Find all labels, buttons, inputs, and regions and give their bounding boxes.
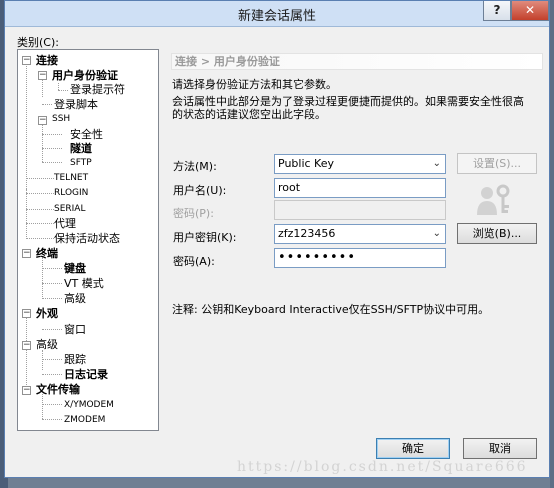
browse-button[interactable]: 浏览(B)... — [457, 223, 537, 244]
tree-item-login-prompts[interactable]: 登录提示符 — [70, 82, 125, 97]
tree-line — [58, 90, 68, 91]
tree-line — [26, 315, 27, 395]
tree-item-proxy[interactable]: 代理 — [54, 216, 76, 231]
tree-line — [26, 189, 27, 239]
tree-item-ssh[interactable]: SSH — [52, 112, 70, 127]
tree-line — [42, 394, 43, 419]
tree-item-zmodem[interactable]: ZMODEM — [64, 413, 105, 428]
method-select[interactable]: Public Key ⌄ — [274, 154, 446, 174]
tree-item-serial[interactable]: SERIAL — [54, 202, 85, 217]
collapse-icon[interactable]: − — [22, 309, 31, 318]
watermark: https://blog.csdn.net/Square666 — [237, 459, 528, 475]
tree-item-terminal[interactable]: 终端 — [36, 246, 58, 261]
tree-item-tunneling[interactable]: 隧道 — [70, 141, 92, 156]
passphrase-label: 密码(A): — [173, 255, 215, 268]
panel-description-line3: 的状态的话建议您空出此字段。 — [172, 108, 326, 121]
user-key-icon — [477, 184, 510, 215]
password-input[interactable] — [274, 200, 446, 220]
username-label: 用户名(U): — [173, 184, 227, 197]
tree-line — [42, 134, 62, 135]
tree-item-authentication[interactable]: 用户身份验证 — [52, 68, 118, 83]
chevron-down-icon: ⌄ — [432, 228, 441, 239]
userkey-label: 用户密钥(K): — [173, 231, 237, 244]
tree-item-trace[interactable]: 跟踪 — [64, 352, 86, 367]
category-tree[interactable]: − 连接 − 用户身份验证 登录提示符 登录脚本 − SSH 安全性 隧道 SF… — [17, 49, 159, 431]
tree-line — [42, 257, 43, 297]
tree-line — [42, 148, 62, 149]
tree-item-file-transfer[interactable]: 文件传输 — [36, 382, 80, 397]
tree-line — [42, 329, 62, 330]
tree-line — [42, 77, 43, 97]
collapse-icon[interactable]: − — [38, 71, 47, 80]
userkey-value: zfz123456 — [278, 227, 336, 240]
desktop-background-right — [550, 0, 554, 488]
tree-item-advanced[interactable]: 高级 — [36, 337, 58, 352]
method-label: 方法(M): — [173, 160, 217, 173]
close-button[interactable]: ✕ — [511, 1, 549, 21]
tree-item-xymodem[interactable]: X/YMODEM — [64, 398, 114, 413]
tree-item-connection[interactable]: 连接 — [36, 53, 58, 68]
tree-item-telnet[interactable]: TELNET — [54, 171, 88, 186]
tree-line — [42, 404, 62, 405]
tree-item-logging[interactable]: 日志记录 — [64, 367, 108, 382]
tree-item-keep-alive[interactable]: 保持活动状态 — [54, 231, 120, 246]
tree-line — [42, 162, 62, 163]
tree-line — [26, 62, 27, 189]
chevron-down-icon: ⌄ — [432, 158, 441, 169]
passphrase-input[interactable]: ••••••••• — [274, 248, 446, 268]
cancel-button[interactable]: 取消 — [463, 438, 537, 459]
tree-item-window[interactable]: 窗口 — [64, 322, 86, 337]
tree-line — [26, 238, 54, 239]
tree-item-login-scripts[interactable]: 登录脚本 — [54, 97, 98, 112]
help-button[interactable]: ? — [483, 1, 511, 21]
settings-button[interactable]: 设置(S)... — [457, 153, 537, 174]
ok-button[interactable]: 确定 — [376, 438, 450, 459]
note-text: 注释: 公钥和Keyboard Interactive仅在SSH/SFTP协议中… — [172, 303, 490, 316]
category-label: 类别(C): — [17, 36, 59, 49]
collapse-icon[interactable]: − — [22, 56, 31, 65]
tree-line — [42, 359, 62, 360]
collapse-icon[interactable]: − — [22, 341, 31, 350]
panel-breadcrumb: 连接 > 用户身份验证 — [171, 53, 543, 70]
tree-item-vt-modes[interactable]: VT 模式 — [64, 276, 104, 291]
tree-item-security[interactable]: 安全性 — [70, 127, 103, 142]
tree-item-keyboard[interactable]: 键盘 — [64, 261, 86, 276]
collapse-icon[interactable]: − — [38, 116, 47, 125]
session-properties-dialog: 新建会话属性 ? ✕ 类别(C): − 连接 − 用户身份验证 登录提示符 登录… — [4, 0, 550, 478]
tree-line — [42, 350, 43, 370]
collapse-icon[interactable]: − — [22, 249, 31, 258]
tree-line — [42, 283, 62, 284]
username-input[interactable]: root — [274, 178, 446, 198]
tree-item-terminal-advanced[interactable]: 高级 — [64, 291, 86, 306]
tree-line — [42, 419, 62, 420]
window-title: 新建会话属性 — [237, 9, 316, 24]
tree-item-rlogin[interactable]: RLOGIN — [54, 186, 88, 201]
tree-line — [26, 193, 54, 194]
method-value: Public Key — [278, 157, 334, 170]
title-bar[interactable]: 新建会话属性 ? ✕ — [5, 1, 549, 27]
tree-line — [26, 209, 54, 210]
collapse-icon[interactable]: − — [22, 386, 31, 395]
password-label: 密码(P): — [173, 207, 214, 220]
tree-item-appearance[interactable]: 外观 — [36, 306, 58, 321]
tree-line — [42, 298, 62, 299]
tree-line — [42, 268, 62, 269]
tree-line — [26, 178, 54, 179]
userkey-select[interactable]: zfz123456 ⌄ — [274, 224, 446, 244]
tree-line — [26, 223, 54, 224]
tree-line — [42, 122, 43, 162]
panel-description: 请选择身份验证方法和其它参数。 — [172, 78, 337, 91]
tree-line — [42, 104, 52, 105]
tree-item-sftp[interactable]: SFTP — [70, 156, 92, 171]
tree-line — [42, 374, 62, 375]
